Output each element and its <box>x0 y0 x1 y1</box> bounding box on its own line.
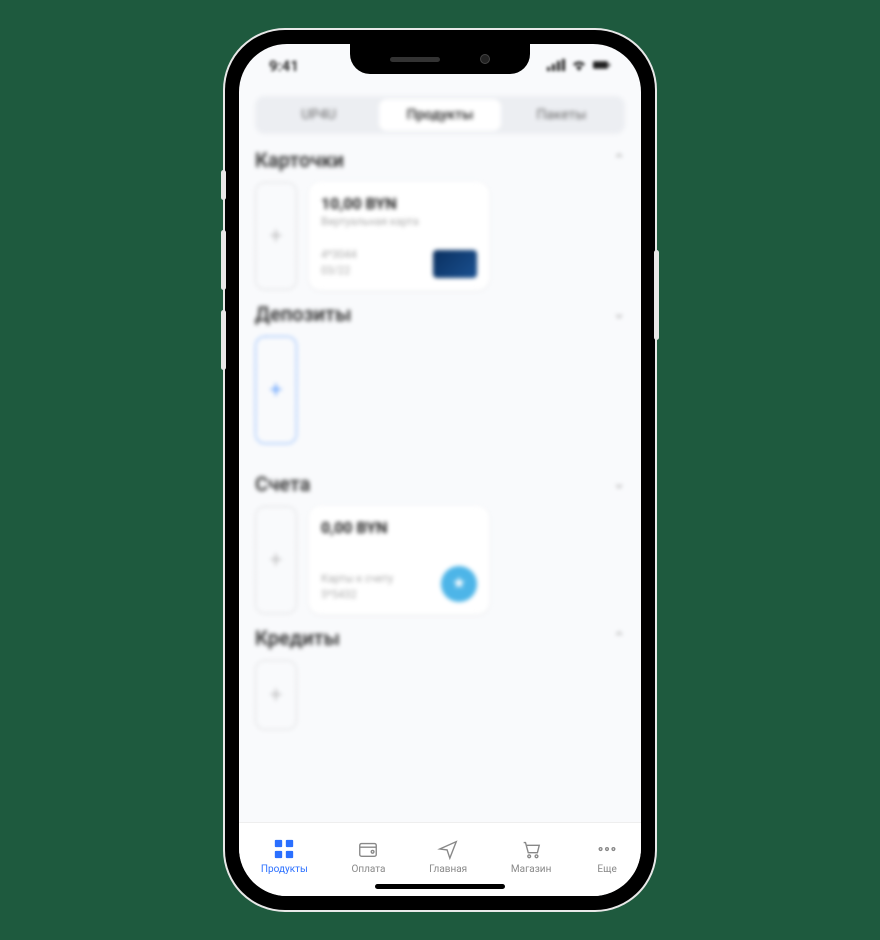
account-meta: Карты к счету 5*5432 <box>321 571 393 602</box>
signal-icon <box>547 57 565 75</box>
card-meta: 4*3044 03/22 <box>321 247 357 278</box>
add-account-button[interactable]: + <box>255 506 297 614</box>
chevron-down-icon: ⌄ <box>613 306 625 322</box>
section-header-accounts[interactable]: Счета ⌄ <box>255 472 625 496</box>
tab-products[interactable]: Продукты <box>379 99 500 131</box>
plus-icon: + <box>270 683 282 708</box>
account-circle-icon <box>441 566 477 602</box>
notch-speaker <box>390 57 440 62</box>
phone-notch <box>350 44 530 74</box>
grid-icon <box>272 837 296 861</box>
nav-label: Главная <box>429 864 467 875</box>
section-header-credits[interactable]: Кредиты ⌃ <box>255 626 625 650</box>
card-amount: 10,00 BYN <box>321 194 477 213</box>
segment-tabs: UP4U Продукты Пакеты <box>255 96 625 134</box>
nav-more[interactable]: Еще <box>595 837 619 875</box>
nav-label: Магазин <box>511 864 551 875</box>
phone-mute-switch <box>221 170 226 200</box>
add-deposit-button[interactable]: + <box>255 336 297 444</box>
notch-camera <box>480 54 490 64</box>
home-indicator[interactable] <box>375 884 505 889</box>
section-title-credits: Кредиты <box>255 626 340 650</box>
chevron-up-icon: ⌃ <box>613 630 625 646</box>
phone-power-button <box>654 250 659 340</box>
nav-label: Еще <box>597 864 616 875</box>
nav-products[interactable]: Продукты <box>261 837 308 875</box>
tab-packages[interactable]: Пакеты <box>501 99 622 131</box>
card-subtitle: Виртуальная карта <box>321 215 477 228</box>
wifi-icon <box>570 57 588 75</box>
send-icon <box>436 837 460 861</box>
card-thumbnail-icon <box>433 250 477 278</box>
add-card-button[interactable]: + <box>255 182 297 290</box>
nav-label: Оплата <box>351 864 385 875</box>
section-title-deposits: Депозиты <box>255 302 351 326</box>
account-subtitle: Карты к счету <box>321 571 393 586</box>
nav-payment[interactable]: Оплата <box>351 837 385 875</box>
cards-row: + 10,00 BYN Виртуальная карта 4*3044 03/… <box>255 182 625 290</box>
deposits-row: + <box>255 336 625 444</box>
status-time: 9:41 <box>269 57 299 75</box>
accounts-row: + 0,00 BYN Карты к счету 5*5432 <box>255 506 625 614</box>
nav-home[interactable]: Главная <box>429 837 467 875</box>
add-credit-button[interactable]: + <box>255 660 297 730</box>
phone-screen: 9:41 UP4U Продукты Пакеты К <box>239 44 641 896</box>
more-icon <box>595 837 619 861</box>
section-title-cards: Карточки <box>255 148 344 172</box>
phone-frame: 9:41 UP4U Продукты Пакеты К <box>225 30 655 910</box>
account-amount: 0,00 BYN <box>321 518 477 537</box>
plus-icon: + <box>270 548 282 573</box>
account-item[interactable]: 0,00 BYN Карты к счету 5*5432 <box>309 506 489 614</box>
cart-icon <box>519 837 543 861</box>
card-expiry: 03/22 <box>321 263 357 278</box>
wallet-icon <box>356 837 380 861</box>
phone-volume-up <box>221 230 226 290</box>
section-title-accounts: Счета <box>255 472 310 496</box>
app-content: UP4U Продукты Пакеты Карточки ⌃ + 10,00 … <box>239 88 641 822</box>
phone-volume-down <box>221 310 226 370</box>
nav-label: Продукты <box>261 864 308 875</box>
section-header-deposits[interactable]: Депозиты ⌄ <box>255 302 625 326</box>
card-number: 4*3044 <box>321 247 357 262</box>
nav-shop[interactable]: Магазин <box>511 837 551 875</box>
plus-icon: + <box>270 224 282 249</box>
card-item[interactable]: 10,00 BYN Виртуальная карта 4*3044 03/22 <box>309 182 489 290</box>
chevron-down-icon: ⌄ <box>613 476 625 492</box>
plus-icon: + <box>270 378 282 403</box>
section-header-cards[interactable]: Карточки ⌃ <box>255 148 625 172</box>
battery-icon <box>593 57 611 75</box>
chevron-up-icon: ⌃ <box>613 152 625 168</box>
credits-row: + <box>255 660 625 730</box>
account-number: 5*5432 <box>321 587 393 602</box>
tab-up4u[interactable]: UP4U <box>258 99 379 131</box>
